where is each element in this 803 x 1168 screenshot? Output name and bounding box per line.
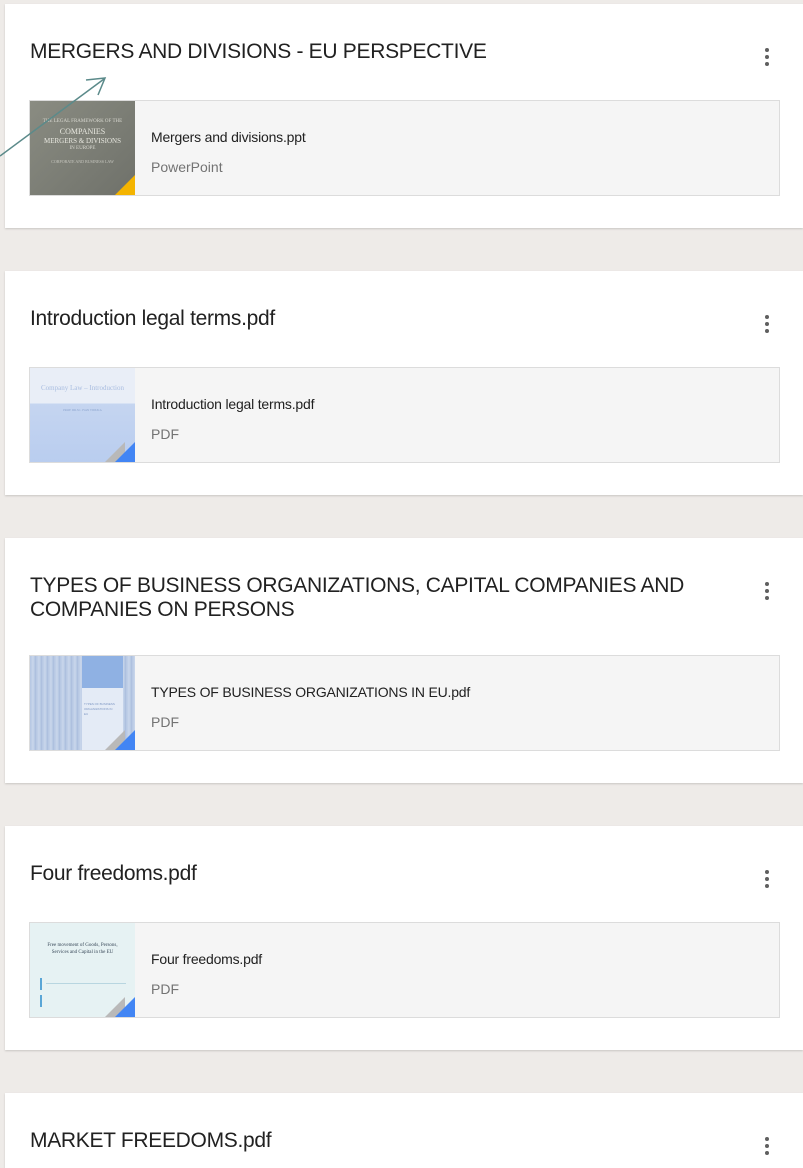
more-options-button[interactable]	[757, 311, 777, 337]
stream-card-four-freedoms: Four freedoms.pdf Free movement of Goods…	[5, 826, 803, 1050]
more-vert-icon-dot	[765, 596, 769, 600]
attachment-four-freedoms-pdf[interactable]: Free movement of Goods, Persons, Service…	[29, 922, 780, 1018]
thumb-line: ORGANIZATIONS IN	[84, 707, 113, 711]
attachment-thumbnail: Free movement of Goods, Persons, Service…	[30, 923, 135, 1017]
attachment-introduction-pdf[interactable]: Company Law – Introduction PROF. DR.SC. …	[29, 367, 780, 463]
stream-card-types-of-business: TYPES OF BUSINESS ORGANIZATIONS, CAPITAL…	[5, 538, 803, 783]
more-vert-icon-dot	[765, 1144, 769, 1148]
card-title[interactable]: TYPES OF BUSINESS ORGANIZATIONS, CAPITAL…	[30, 574, 750, 622]
thumb-page-header	[82, 656, 123, 688]
stream-card-market-freedoms: MARKET FREEDOMS.pdf	[5, 1093, 803, 1168]
more-vert-icon-dot	[765, 589, 769, 593]
stream-card-introduction: Introduction legal terms.pdf Company Law…	[5, 271, 803, 495]
attachment-type: PDF	[151, 426, 179, 442]
more-vert-icon-dot	[765, 1151, 769, 1155]
card-title[interactable]: Introduction legal terms.pdf	[30, 307, 750, 331]
pdf-file-icon	[115, 442, 135, 462]
pdf-file-icon	[115, 730, 135, 750]
thumb-line: Free movement of Goods, Persons,	[47, 943, 118, 948]
thumb-line: Company Law – Introduction	[40, 384, 124, 392]
more-options-button[interactable]	[757, 578, 777, 604]
more-options-button[interactable]	[757, 1133, 777, 1159]
attachment-mergers-ppt[interactable]: THE LEGAL FRAMEWORK OF THE COMPANIES MER…	[29, 100, 780, 196]
more-vert-icon-dot	[765, 329, 769, 333]
thumb-line: PROF. DR.SC. IVAN VIDUKA	[63, 408, 102, 412]
more-vert-icon	[765, 870, 769, 874]
thumb-bar	[40, 995, 42, 1007]
attachment-name: Four freedoms.pdf	[151, 951, 262, 967]
more-vert-icon	[765, 315, 769, 319]
more-vert-icon	[765, 1137, 769, 1141]
card-title[interactable]: MERGERS AND DIVISIONS - EU PERSPECTIVE	[30, 40, 750, 64]
powerpoint-file-icon	[115, 175, 135, 195]
attachment-thumbnail: TYPES OF BUSINESS ORGANIZATIONS IN EU	[30, 656, 135, 750]
attachment-type: PDF	[151, 714, 179, 730]
card-title[interactable]: MARKET FREEDOMS.pdf	[30, 1129, 750, 1153]
more-vert-icon-dot	[765, 62, 769, 66]
more-options-button[interactable]	[757, 866, 777, 892]
attachment-thumbnail: THE LEGAL FRAMEWORK OF THE COMPANIES MER…	[30, 101, 135, 195]
thumb-line: MERGERS & DIVISIONS	[43, 137, 121, 145]
thumb-line: CORPORATE AND BUSINESS LAW	[51, 159, 114, 164]
attachment-name: Introduction legal terms.pdf	[151, 396, 315, 412]
thumb-line: Services and Capital in the EU	[51, 950, 114, 955]
attachment-name: Mergers and divisions.ppt	[151, 129, 306, 145]
attachment-types-of-business-pdf[interactable]: TYPES OF BUSINESS ORGANIZATIONS IN EU TY…	[29, 655, 780, 751]
card-title[interactable]: Four freedoms.pdf	[30, 862, 750, 886]
more-vert-icon-dot	[765, 884, 769, 888]
thumb-bar	[40, 978, 42, 990]
attachment-thumbnail: Company Law – Introduction PROF. DR.SC. …	[30, 368, 135, 462]
thumb-line: TYPES OF BUSINESS	[84, 702, 115, 706]
pdf-file-icon	[115, 997, 135, 1017]
stream-card-mergers: MERGERS AND DIVISIONS - EU PERSPECTIVE T…	[5, 4, 803, 228]
attachment-type: PowerPoint	[151, 159, 223, 175]
more-vert-icon-dot	[765, 55, 769, 59]
more-options-button[interactable]	[757, 44, 777, 70]
attachment-type: PDF	[151, 981, 179, 997]
thumb-line: EU	[84, 712, 89, 716]
more-vert-icon	[765, 48, 769, 52]
attachment-name: TYPES OF BUSINESS ORGANIZATIONS IN EU.pd…	[151, 684, 471, 700]
thumb-line: THE LEGAL FRAMEWORK OF THE	[42, 119, 123, 124]
thumb-line: COMPANIES	[59, 127, 106, 136]
thumb-line: IN EUROPE	[69, 146, 96, 151]
thumb-divider	[46, 983, 126, 984]
more-vert-icon-dot	[765, 877, 769, 881]
more-vert-icon	[765, 582, 769, 586]
more-vert-icon-dot	[765, 322, 769, 326]
